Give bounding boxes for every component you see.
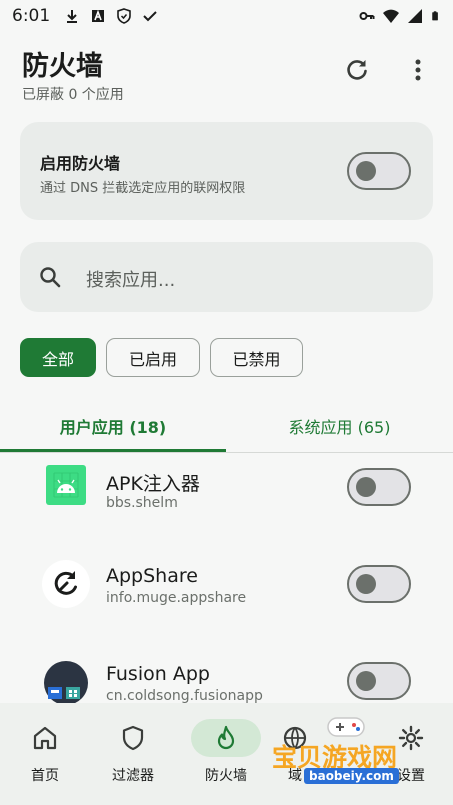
wifi-icon <box>383 9 399 23</box>
nav-label: 过滤器 <box>112 768 154 784</box>
shield-icon <box>122 725 144 751</box>
app-toggle[interactable] <box>347 565 411 603</box>
app-toggle[interactable] <box>347 662 411 700</box>
more-vert-icon[interactable] <box>404 56 432 84</box>
appshare-icon <box>42 560 90 608</box>
android-icon <box>46 465 86 505</box>
search-bar[interactable]: 搜索应用... <box>20 242 433 312</box>
app-name: AppShare <box>106 565 198 587</box>
refresh-icon[interactable] <box>343 56 371 84</box>
firewall-enable-description: 通过 DNS 拦截选定应用的联网权限 <box>40 181 246 196</box>
nav-label: 首页 <box>31 768 59 784</box>
status-time: 6:01 <box>12 6 51 26</box>
app-package: cn.coldsong.fusionapp <box>106 688 263 703</box>
app-name: APK注入器 <box>106 473 200 495</box>
home-icon <box>33 726 57 750</box>
blocked-count-subtitle: 已屏蔽 0 个应用 <box>22 87 124 103</box>
fusion-app-icon <box>44 661 88 703</box>
filter-chip-disabled[interactable]: 已禁用 <box>210 338 303 377</box>
battery-icon <box>432 11 438 21</box>
firewall-enable-card: 启用防火墙 通过 DNS 拦截选定应用的联网权限 <box>20 122 433 220</box>
app-type-tabs: 用户应用 (18) 系统应用 (65) <box>0 402 453 454</box>
toggle-knob <box>356 477 376 497</box>
app-name: Fusion App <box>106 663 210 685</box>
tab-system-apps[interactable]: 系统应用 (65) <box>226 402 453 450</box>
search-input[interactable]: 搜索应用... <box>86 266 175 292</box>
list-item[interactable]: APK注入器 bbs.shelm <box>0 455 453 553</box>
flame-icon <box>217 725 235 750</box>
shield-icon <box>117 8 131 24</box>
signal-icon <box>408 9 422 23</box>
tab-divider <box>0 452 453 453</box>
list-item[interactable]: AppShare info.muge.appshare <box>0 553 453 651</box>
toggle-knob <box>356 161 376 181</box>
app-toggle[interactable] <box>347 468 411 506</box>
nav-item-filters[interactable]: 过滤器 <box>88 703 178 793</box>
a-badge-icon <box>92 9 105 22</box>
check-icon <box>143 11 157 22</box>
app-package: info.muge.appshare <box>106 590 247 606</box>
nav-item-home[interactable]: 首页 <box>0 703 90 793</box>
filter-chip-enabled[interactable]: 已启用 <box>106 338 200 377</box>
toggle-knob <box>356 574 376 594</box>
search-icon <box>40 267 61 288</box>
download-icon <box>67 10 78 23</box>
firewall-enable-title: 启用防火墙 <box>40 154 121 173</box>
key-icon <box>359 12 375 20</box>
watermark-url: baobeiy.com <box>304 768 399 784</box>
app-package: bbs.shelm <box>106 495 178 511</box>
list-item[interactable]: Fusion App cn.coldsong.fusionapp <box>0 651 453 703</box>
firewall-enable-toggle[interactable] <box>347 152 411 190</box>
app-bar: 防火墙 已屏蔽 0 个应用 <box>0 38 453 108</box>
toggle-knob <box>356 671 376 691</box>
status-bar: 6:01 <box>0 0 453 32</box>
page-title: 防火墙 <box>22 51 103 82</box>
tab-user-apps[interactable]: 用户应用 (18) <box>0 402 226 450</box>
filter-chip-all[interactable]: 全部 <box>20 338 96 377</box>
app-list[interactable]: APK注入器 bbs.shelm AppShare info.muge.apps… <box>0 455 453 703</box>
gamepad-icon <box>327 717 365 737</box>
watermark-logo: 宝贝游戏网 baobeiy.com <box>272 712 428 802</box>
